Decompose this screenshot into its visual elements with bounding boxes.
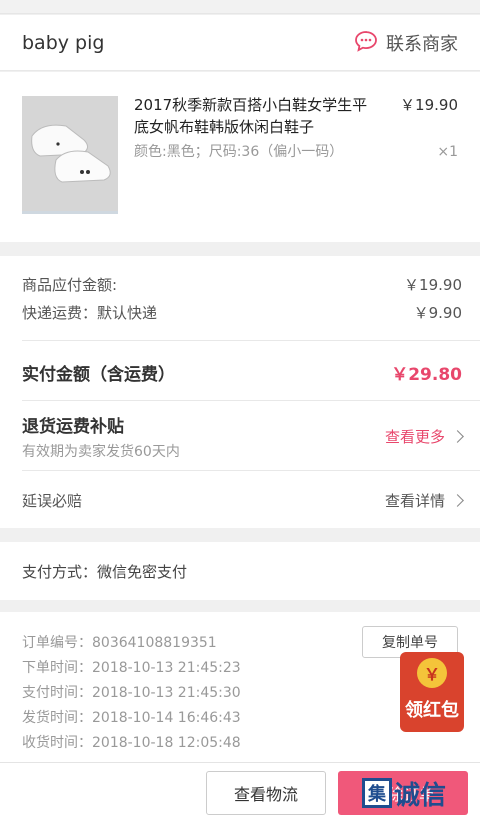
red-packet-label: 领红包 bbox=[405, 700, 459, 721]
watermark-box: 集 bbox=[362, 778, 392, 808]
watermark-text: 诚信 bbox=[394, 780, 447, 811]
view-details-label: 查看详情 bbox=[384, 492, 445, 510]
product-quantity: ×1 bbox=[437, 144, 458, 160]
order-received-time: 收货时间：2018-10-18 12:05:48 bbox=[22, 735, 241, 751]
return-subsidy-subtitle: 有效期为卖家发货60天内 bbox=[22, 444, 180, 460]
top-strip bbox=[0, 0, 480, 14]
goods-amount-value: ￥19.90 bbox=[404, 276, 462, 294]
shop-name[interactable]: baby pig bbox=[22, 32, 104, 54]
divider bbox=[22, 400, 480, 401]
view-logistics-button[interactable]: 查看物流 bbox=[206, 771, 326, 815]
red-packet-button[interactable]: ￥ 领红包 bbox=[400, 652, 464, 732]
delay-compensation-row[interactable]: 延误必赔 查看详情 bbox=[22, 490, 464, 511]
order-number: 订单编号：80364108819351 bbox=[22, 635, 217, 651]
shop-header: baby pig 联系商家 bbox=[0, 15, 480, 71]
product-thumbnail[interactable] bbox=[22, 96, 118, 214]
shipping-label: 快递运费：默认快递 bbox=[22, 304, 158, 322]
coin-icon: ￥ bbox=[417, 658, 447, 688]
product-spec: 颜色:黑色；尺码:36（偏小一码） bbox=[134, 144, 344, 160]
chevron-right-icon bbox=[451, 430, 464, 443]
divider bbox=[22, 470, 480, 471]
delay-compensation-label: 延误必赔 bbox=[22, 492, 83, 510]
order-shipped-time: 发货时间：2018-10-14 16:46:43 bbox=[22, 710, 241, 726]
view-details-link[interactable]: 查看详情 bbox=[384, 490, 464, 511]
shipping-value: ￥9.90 bbox=[413, 304, 462, 322]
chevron-right-icon bbox=[451, 494, 464, 507]
total-row: 实付金额（含运费） ￥29.80 bbox=[22, 360, 462, 385]
divider bbox=[22, 340, 480, 341]
amount-section: 商品应付金额: ￥19.90 快递运费：默认快递 ￥9.90 实付金额（含运费）… bbox=[0, 256, 480, 528]
shipping-row: 快递运费：默认快递 ￥9.90 bbox=[22, 302, 462, 323]
total-value: ￥29.80 bbox=[391, 365, 462, 385]
contact-seller-button[interactable]: 联系商家 bbox=[354, 30, 458, 56]
product-price: ￥19.90 bbox=[400, 96, 458, 114]
return-subsidy-title: 退货运费补贴 bbox=[22, 417, 124, 437]
contact-seller-label: 联系商家 bbox=[386, 33, 458, 55]
order-created-time: 下单时间：2018-10-13 21:45:23 bbox=[22, 660, 241, 676]
view-more-link[interactable]: 查看更多 bbox=[384, 426, 464, 447]
goods-amount-label: 商品应付金额: bbox=[22, 276, 118, 294]
payment-method: 支付方式：微信免密支付 bbox=[0, 542, 480, 600]
total-label: 实付金额（含运费） bbox=[22, 365, 175, 385]
view-more-label: 查看更多 bbox=[384, 428, 445, 446]
order-paid-time: 支付时间：2018-10-13 21:45:30 bbox=[22, 685, 241, 701]
product-item[interactable]: 2017秋季新款百搭小白鞋女学生平底女帆布鞋韩版休闲白鞋子 颜色:黑色；尺码:3… bbox=[0, 72, 480, 242]
product-title[interactable]: 2017秋季新款百搭小白鞋女学生平底女帆布鞋韩版休闲白鞋子 bbox=[134, 94, 374, 138]
chat-bubble-icon bbox=[354, 30, 378, 56]
goods-amount-row: 商品应付金额: ￥19.90 bbox=[22, 274, 462, 295]
watermark-logo: 集 诚信 bbox=[362, 770, 474, 816]
return-subsidy-row[interactable]: 退货运费补贴 有效期为卖家发货60天内 查看更多 bbox=[22, 412, 464, 461]
payment-method-label: 支付方式：微信免密支付 bbox=[22, 562, 188, 581]
